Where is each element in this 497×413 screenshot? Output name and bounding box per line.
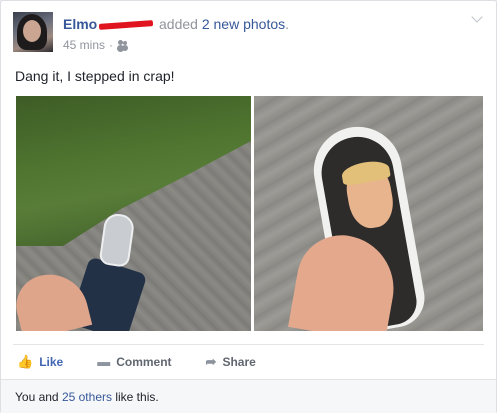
thumbs-up-icon: 👍: [17, 353, 34, 369]
likes-suffix: like this.: [115, 390, 159, 404]
post-timestamp[interactable]: 45 mins: [63, 38, 105, 52]
redaction-mark: [98, 20, 154, 31]
post-headline: Elmo added 2 new photos.: [63, 16, 289, 32]
post-header: Elmo added 2 new photos. 45 mins ·: [13, 12, 484, 56]
likes-others-link[interactable]: 25 others: [62, 390, 112, 404]
share-label: Share: [222, 354, 256, 369]
post-meta: 45 mins ·: [63, 38, 129, 52]
comment-button[interactable]: ▬ Comment: [97, 354, 171, 369]
photo-grid: [16, 96, 483, 331]
post-card: Elmo added 2 new photos. 45 mins · Dang …: [0, 0, 497, 413]
comment-label: Comment: [116, 354, 172, 369]
likes-summary: You and 25 others like this.: [1, 379, 496, 413]
share-button[interactable]: ➦ Share: [206, 354, 256, 370]
photo-1[interactable]: [16, 96, 251, 331]
author-name[interactable]: Elmo: [63, 16, 97, 32]
like-label: Like: [39, 354, 64, 369]
photo-count-link[interactable]: 2 new photos: [202, 16, 285, 32]
meta-separator: ·: [109, 38, 114, 52]
action-bar: 👍 Like ▬ Comment ➦ Share: [13, 344, 484, 378]
like-button[interactable]: 👍 Like: [17, 354, 63, 370]
action-suffix: .: [285, 16, 290, 32]
share-icon: ➦: [205, 353, 217, 369]
post-text: Dang it, I stepped in crap!: [15, 68, 175, 84]
likes-prefix: You and: [15, 390, 59, 404]
chevron-down-icon[interactable]: [470, 12, 484, 26]
friends-icon[interactable]: [117, 40, 129, 50]
comment-icon: ▬: [97, 354, 111, 369]
photo-2[interactable]: [254, 96, 483, 331]
action-text: added: [159, 16, 198, 32]
avatar[interactable]: [13, 12, 53, 52]
